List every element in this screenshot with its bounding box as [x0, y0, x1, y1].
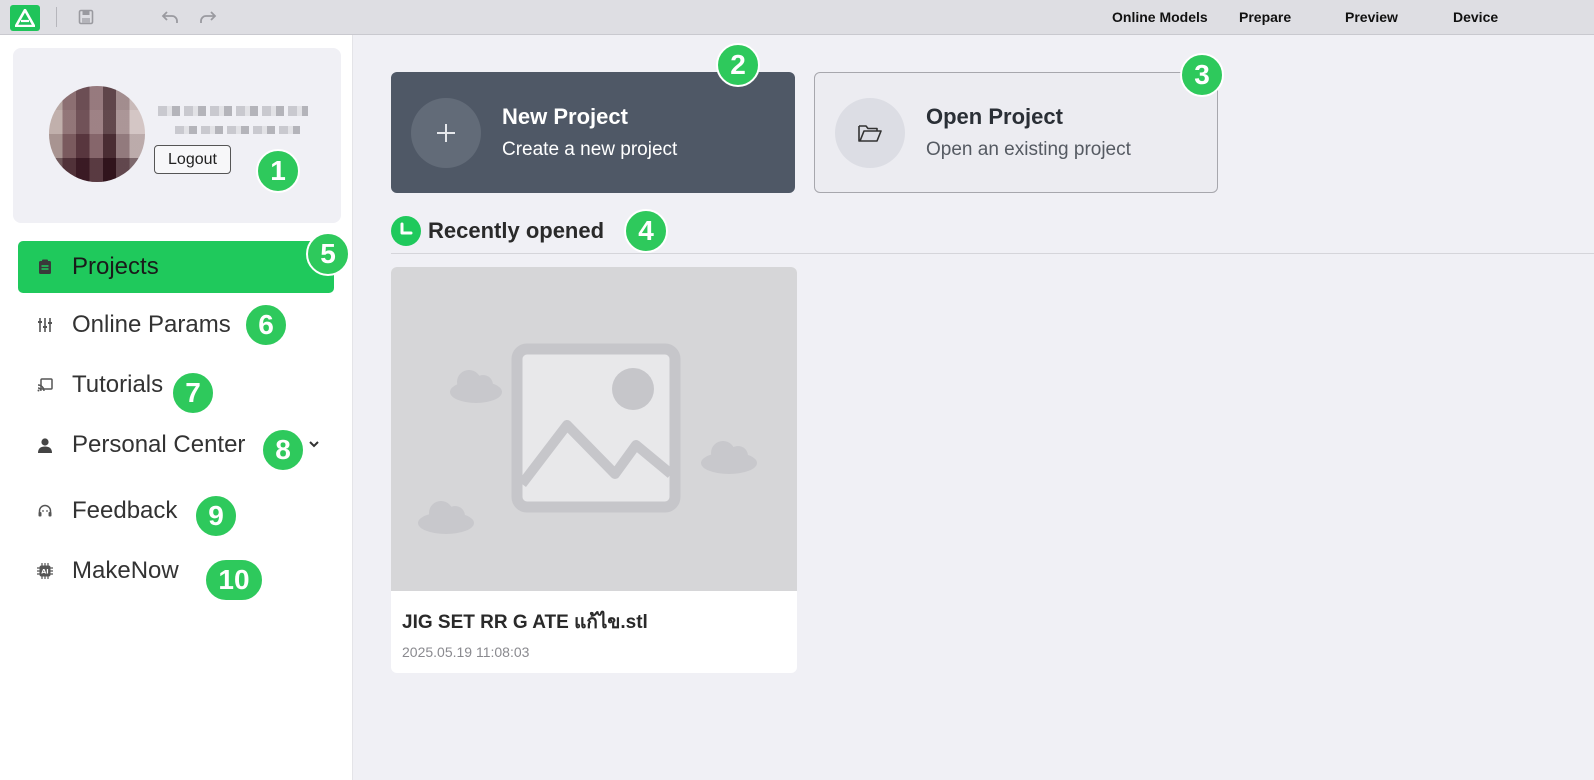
- cloud-icon: [418, 501, 474, 534]
- project-date: 2025.05.19 11:08:03: [402, 644, 530, 660]
- annotation-badge: 10: [204, 558, 264, 602]
- sidebar-item-label: Projects: [72, 253, 159, 280]
- annotation-badge: 9: [194, 494, 238, 538]
- save-icon[interactable]: [76, 8, 96, 26]
- plus-icon: [411, 97, 481, 168]
- menu-prepare[interactable]: Prepare: [1239, 9, 1291, 25]
- open-project-title: Open Project: [926, 104, 1063, 129]
- cloud-icon: [701, 441, 757, 474]
- menu-device[interactable]: Device: [1453, 9, 1498, 25]
- annotation-badge: 7: [171, 371, 215, 415]
- clipboard-icon: [36, 258, 54, 276]
- sidebar-item-makenow[interactable]: AI MakeNow: [18, 545, 334, 597]
- title-bar: Online Models Prepare Preview Device: [0, 0, 1594, 35]
- recent-header: Recently opened: [391, 216, 604, 246]
- svg-text:AI: AI: [41, 568, 48, 576]
- sliders-icon: [36, 316, 54, 334]
- open-project-card[interactable]: Open Project Open an existing project: [814, 72, 1218, 193]
- annotation-badge: 3: [1180, 53, 1224, 97]
- divider: [391, 253, 1594, 254]
- username-blurred: [158, 106, 308, 116]
- ai-chip-icon: AI: [36, 562, 54, 580]
- chevron-down-icon[interactable]: [307, 437, 321, 451]
- project-name: JIG SET RR G ATE แก้ไข.stl: [402, 612, 648, 633]
- redo-icon[interactable]: [198, 8, 218, 26]
- logout-button[interactable]: Logout: [154, 145, 231, 174]
- user-id-blurred: [175, 126, 300, 134]
- app-logo-icon: [10, 5, 40, 31]
- sidebar-item-label: Feedback: [72, 497, 178, 524]
- project-thumbnail: [391, 267, 797, 591]
- open-project-subtitle: Open an existing project: [926, 139, 1131, 160]
- new-project-card[interactable]: New Project Create a new project: [391, 72, 795, 193]
- annotation-badge: 1: [256, 149, 300, 193]
- toolbar-divider: [56, 7, 57, 27]
- cast-icon: [36, 376, 54, 394]
- sidebar-item-label: Tutorials: [72, 371, 164, 398]
- annotation-badge: 8: [261, 428, 305, 472]
- folder-open-icon: [835, 97, 905, 168]
- menu-online-models[interactable]: Online Models: [1112, 9, 1208, 25]
- annotation-badge: 2: [716, 43, 760, 87]
- annotation-badge: 5: [306, 232, 350, 276]
- recent-title: Recently opened: [428, 218, 605, 243]
- undo-icon[interactable]: [160, 8, 180, 26]
- avatar[interactable]: [49, 86, 145, 182]
- recent-project-card[interactable]: JIG SET RR G ATE แก้ไข.stl 2025.05.19 11…: [391, 267, 797, 673]
- headset-icon: [36, 502, 54, 520]
- new-project-subtitle: Create a new project: [502, 139, 678, 160]
- sidebar-item-label: Personal Center: [72, 431, 246, 458]
- sidebar-item-label: MakeNow: [72, 557, 179, 584]
- sidebar-item-feedback[interactable]: Feedback: [18, 485, 334, 537]
- sidebar-item-label: Online Params: [72, 311, 231, 338]
- person-icon: [36, 436, 54, 454]
- annotation-badge: 4: [624, 209, 668, 253]
- sidebar-item-projects[interactable]: Projects: [18, 241, 334, 293]
- cloud-icon: [450, 370, 502, 403]
- user-card: Logout: [13, 48, 341, 223]
- new-project-title: New Project: [502, 104, 628, 129]
- annotation-badge: 6: [244, 303, 288, 347]
- menu-preview[interactable]: Preview: [1345, 9, 1398, 25]
- clock-icon: [391, 216, 421, 246]
